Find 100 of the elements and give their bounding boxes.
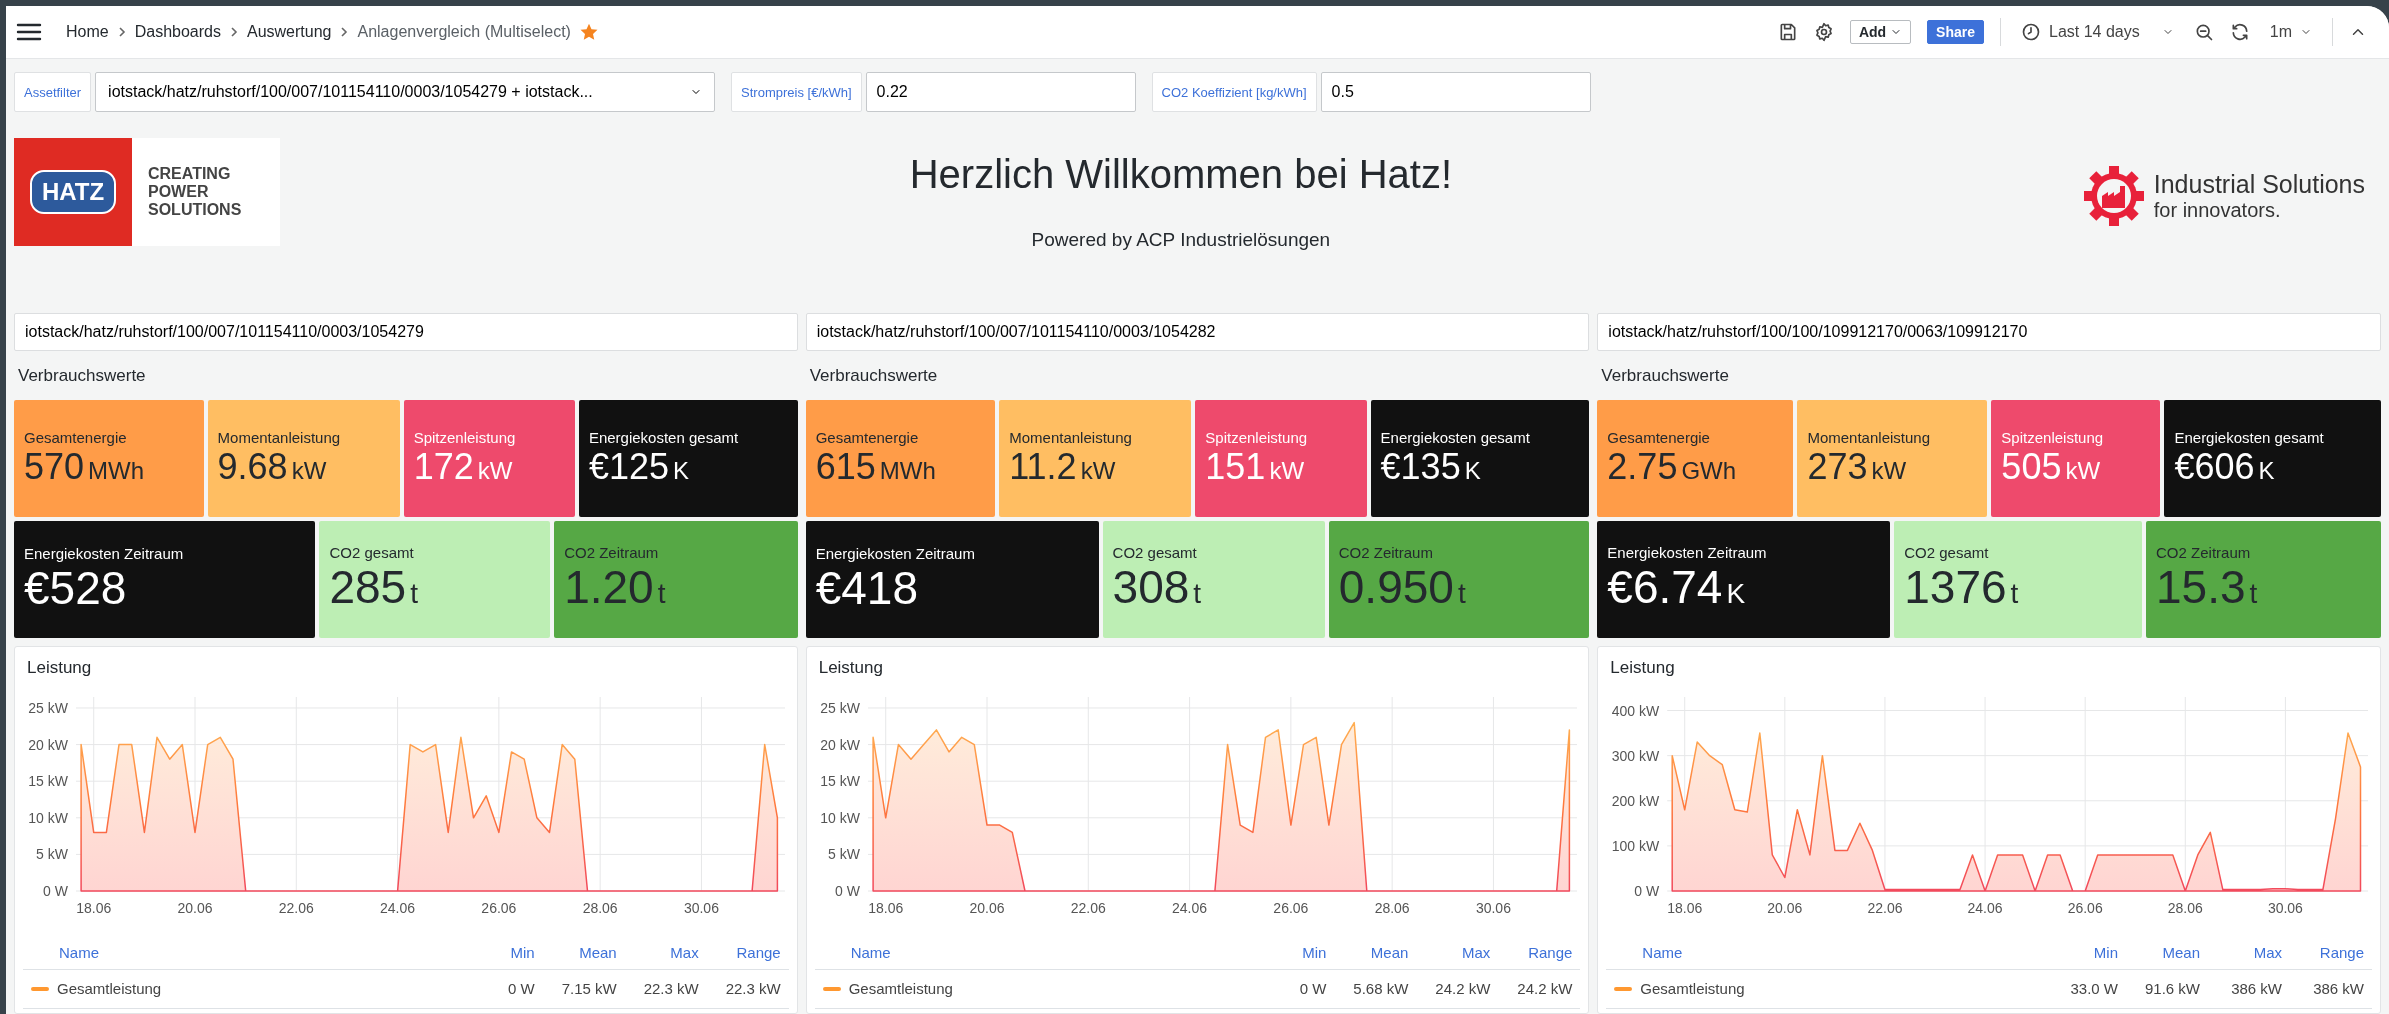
y-tick-label: 25 kW [820, 699, 860, 716]
breadcrumb-link[interactable]: Anlagenvergleich (Multiselect) [357, 20, 571, 45]
breadcrumb-link[interactable]: Home [66, 20, 109, 45]
legend-header[interactable]: Min [452, 942, 535, 965]
y-tick-label: 20 kW [28, 736, 68, 753]
stat-value: 1.20 [564, 562, 654, 613]
x-tick-label: 26.06 [481, 899, 517, 916]
stat-unit: kW [477, 455, 513, 486]
stat-value: €528 [24, 563, 127, 614]
stat-unit: K [2258, 455, 2275, 486]
legend-header[interactable]: Name [822, 942, 1245, 965]
y-tick-label: 5 kW [36, 845, 68, 862]
input-field[interactable]: 0.5 [1320, 72, 1591, 113]
refresh-interval-picker[interactable]: 1m [2265, 18, 2316, 47]
legend-header[interactable]: Max [2200, 942, 2282, 965]
stat-label: Spitzenleistung [2001, 428, 2105, 447]
x-tick-label: 28.06 [1374, 899, 1410, 916]
input-field[interactable]: 0.22 [865, 72, 1136, 113]
logo-tagline: POWER [148, 183, 210, 201]
y-tick-label: 0 W [834, 882, 860, 899]
breadcrumb-link[interactable]: Auswertung [246, 20, 332, 45]
x-tick-label: 18.06 [867, 899, 903, 916]
legend-series-name[interactable]: Gesamtleistung [57, 977, 162, 1000]
stat-unit: GWh [1681, 455, 1737, 486]
legend-header[interactable]: Max [1408, 942, 1491, 965]
legend-header[interactable]: Max [616, 942, 699, 965]
x-tick-label: 26.06 [1273, 899, 1309, 916]
y-tick-label: 5 kW [827, 845, 860, 862]
stat-label: CO2 Zeitraum [564, 544, 660, 562]
x-tick-label: 18.06 [1667, 899, 1703, 916]
stat-label: Gesamtenergie [24, 428, 128, 447]
legend-value: 386 kW [2230, 978, 2282, 999]
stat-value: €6.74 [1607, 562, 1723, 613]
panel-title: Leistung [26, 657, 93, 679]
stat-label: Gesamtenergie [1607, 428, 1711, 447]
x-tick-label: 24.06 [380, 899, 416, 916]
stat-value: €125 [588, 446, 669, 487]
legend-value: 0 W [1298, 978, 1327, 999]
legend-series-name[interactable]: Gesamtleistung [848, 977, 953, 1000]
chevron-right-icon [116, 26, 127, 39]
y-tick-label: 0 W [1634, 882, 1660, 899]
stat-value: 570 [24, 446, 85, 487]
legend-header[interactable]: Mean [2118, 942, 2200, 965]
y-tick-label: 10 kW [820, 809, 860, 826]
stat-label: CO2 Zeitraum [1338, 544, 1434, 562]
variable-label: Assetfilter [14, 72, 92, 113]
stat-unit: kW [1080, 455, 1116, 486]
x-tick-label: 20.06 [1767, 899, 1803, 916]
legend-header[interactable]: Mean [1326, 942, 1409, 965]
asset-field[interactable]: iotstack/hatz/ruhstorf/100/007/101154110/0003/1054282 [805, 312, 1590, 351]
stat-label: Energiekosten Zeitraum [1607, 544, 1768, 562]
legend-header[interactable]: Min [1244, 942, 1327, 965]
y-tick-label: 20 kW [820, 736, 860, 753]
stat-value: 273 [1807, 446, 1868, 487]
settings-icon[interactable] [1813, 22, 1834, 43]
legend-header[interactable]: Name [31, 942, 453, 965]
stat-label: CO2 gesamt [329, 544, 415, 562]
time-range-picker[interactable]: Last 14 days [2017, 18, 2178, 47]
stat-label: Energiekosten gesamt [588, 428, 740, 447]
chevron-right-icon [228, 26, 239, 39]
add-button[interactable]: Add [1849, 19, 1912, 45]
legend-header[interactable]: Range [1490, 942, 1573, 965]
legend-series-name[interactable]: Gesamtleistung [1640, 977, 1745, 1000]
x-tick-label: 28.06 [582, 899, 618, 916]
stat-value: 0.950 [1338, 562, 1454, 613]
legend-header[interactable]: Min [2036, 942, 2118, 965]
breadcrumb-link[interactable]: Dashboards [134, 20, 221, 45]
asset-select[interactable]: iotstack/hatz/ruhstorf/100/007/101154110/0003/1054279 + iotstack... [95, 72, 716, 113]
legend-value: 22.3 kW [642, 978, 699, 999]
x-tick-label: 24.06 [1171, 899, 1207, 916]
x-tick-label: 20.06 [969, 899, 1005, 916]
x-tick-label: 20.06 [177, 899, 213, 916]
legend-value: 386 kW [2312, 978, 2364, 999]
legend-header[interactable]: Name [1614, 942, 2036, 965]
stat-value: 615 [815, 446, 876, 487]
y-tick-label: 15 kW [820, 772, 860, 789]
asset-field[interactable]: iotstack/hatz/ruhstorf/100/100/109912170/0063/109912170 [1597, 312, 2381, 351]
y-tick-label: 300 kW [1612, 747, 1660, 764]
section-title: Verbrauchswerte [808, 364, 939, 387]
logo-slogan: for innovators. [2153, 198, 2282, 221]
stat-label: Energiekosten Zeitraum [815, 545, 976, 564]
x-tick-label: 22.06 [278, 899, 314, 916]
stat-label: Spitzenleistung [413, 428, 517, 447]
brand-mark: HATZ [29, 169, 117, 214]
legend-value: 7.15 kW [560, 978, 617, 999]
stat-label: Spitzenleistung [1205, 428, 1309, 447]
legend-header[interactable]: Mean [534, 942, 617, 965]
stat-unit: kW [291, 455, 327, 486]
legend-value: 0 W [507, 978, 535, 999]
legend-header[interactable]: Range [2282, 942, 2364, 965]
share-button[interactable]: Share [1927, 19, 1985, 45]
y-tick-label: 25 kW [28, 699, 68, 716]
x-tick-label: 28.06 [2168, 899, 2204, 916]
asset-field[interactable]: iotstack/hatz/ruhstorf/100/007/101154110/0003/1054279 [14, 312, 798, 351]
logo-tagline: SOLUTIONS [148, 200, 242, 219]
legend-header[interactable]: Range [698, 942, 781, 965]
y-tick-label: 400 kW [1612, 702, 1660, 719]
stat-value: €606 [2174, 446, 2255, 487]
stat-value: €418 [815, 563, 918, 614]
clock-icon [2021, 22, 2042, 43]
